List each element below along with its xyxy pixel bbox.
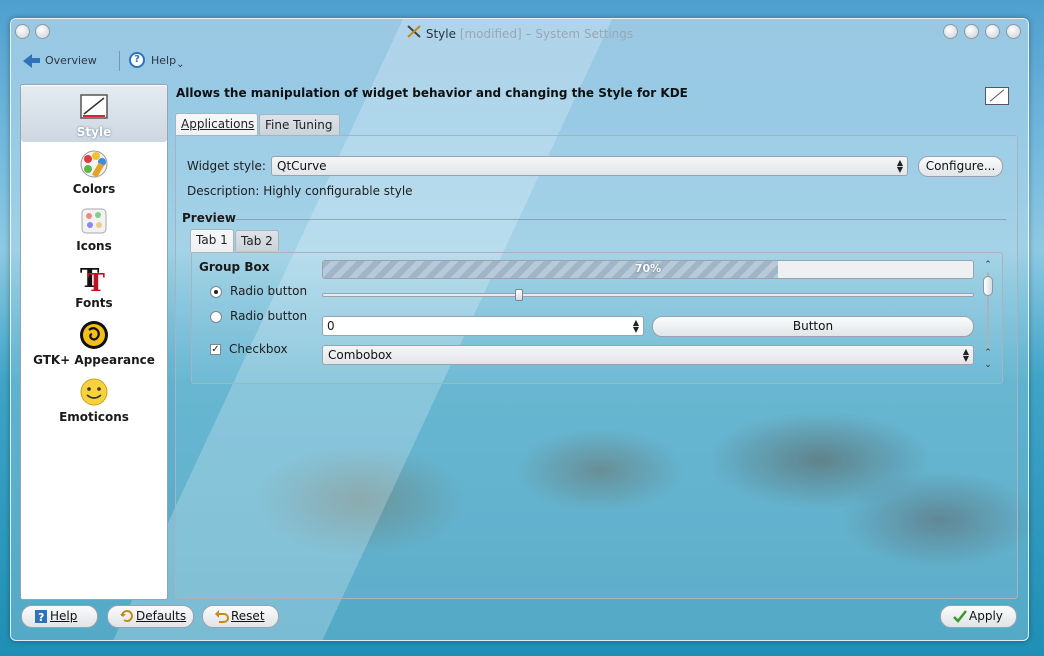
spin-box[interactable]: 0 ▲ ▼ [322,316,644,336]
tools-icon [406,24,422,41]
help-button-label: Help [50,609,78,623]
style-icon [78,92,110,122]
slider-handle[interactable] [515,289,523,301]
system-settings-window: Style [modified] – System Settings Overv… [10,18,1029,641]
reset-button[interactable]: Reset [202,605,279,628]
spin-box-value: 0 [327,319,335,333]
preview-panel: Group Box 70% Radio button Radio button … [191,252,1003,384]
sidebar-item-gtk-appearance[interactable]: GTK+ Appearance [21,314,167,370]
apply-button[interactable]: Apply [940,605,1017,628]
defaults-icon [120,609,134,624]
sidebar-item-label: Fonts [75,296,113,310]
checkbox[interactable]: ✓ [210,344,221,355]
reset-icon [215,609,229,624]
svg-text:?: ? [38,611,44,624]
sidebar-item-style[interactable]: Style [21,86,167,142]
preview-tab-1[interactable]: Tab 1 [190,229,234,252]
widget-style-label: Widget style: [187,159,266,173]
titlebar[interactable]: Style [modified] – System Settings [11,19,1028,45]
sidebar-item-label: GTK+ Appearance [33,353,155,367]
colors-icon [78,149,110,179]
scroll-up-lower-icon[interactable]: ⌃ [982,348,994,358]
tab-fine-tuning[interactable]: Fine Tuning [259,114,340,135]
preview-divider [236,219,1006,220]
maximize-button[interactable] [985,24,1000,39]
sidebar: Style Colors Icons TT Fonts GTK+ Appeara… [20,84,168,600]
sidebar-item-label: Icons [76,239,112,253]
sidebar-item-fonts[interactable]: TT Fonts [21,257,167,313]
defaults-button-label: Defaults [136,609,187,623]
close-button[interactable] [1006,24,1021,39]
combo-arrows-icon: ▲ ▼ [896,158,904,174]
tab-label: Tab 2 [241,234,273,248]
radio-button-2[interactable] [210,311,222,323]
preview-combobox-value: Combobox [328,348,393,362]
preview-title: Preview [182,211,237,225]
sidebar-item-label: Emoticons [59,410,129,424]
checkmark-icon [953,609,967,624]
radio-button-1-label: Radio button [230,284,308,298]
configure-button[interactable]: Configure... [918,156,1003,177]
tab-applications[interactable]: Applications [175,113,258,136]
back-arrow-icon [23,53,40,68]
preview-button[interactable]: Button [652,316,974,337]
whats-this-icon[interactable] [985,87,1009,105]
defaults-button[interactable]: Defaults [107,605,194,628]
fonts-icon: TT [78,263,110,297]
progress-text: 70% [634,262,662,275]
radio-button-2-label: Radio button [230,309,308,323]
radio-button-1[interactable] [210,286,222,298]
icons-icon [78,206,110,236]
help-icon: ? [129,52,145,68]
reset-button-label: Reset [231,609,265,623]
applications-panel: Widget style: QtCurve ▲ ▼ Configure... De… [175,135,1018,599]
style-description: Description: Highly configurable style [187,184,413,198]
sidebar-item-label: Style [76,125,112,139]
tab-label: Tab 1 [196,233,228,247]
chevron-down-icon: ⌄ [176,58,185,70]
help-menu-button[interactable]: ? Help ⌄ [129,49,184,71]
minimize-button[interactable] [964,24,979,39]
help-title-button[interactable] [943,24,958,39]
module-area: Allows the manipulation of widget behavi… [173,81,1018,599]
preview-combobox[interactable]: Combobox ▲ ▼ [322,345,974,365]
sidebar-item-emoticons[interactable]: Emoticons [21,371,167,427]
title-app: System Settings [535,27,634,41]
apply-button-label: Apply [969,609,1003,623]
help-book-icon: ? [34,609,48,624]
navbar-separator [119,51,120,71]
checkbox-label: Checkbox [229,342,288,356]
tab-label: Fine Tuning [265,118,333,132]
overview-label: Overview [45,53,97,67]
sidebar-item-icons[interactable]: Icons [21,200,167,256]
preview-scrollbar[interactable]: ⌃ ⌃ ⌄ [982,260,994,378]
scroll-up-icon[interactable]: ⌃ [982,260,994,270]
title-main: Style [425,27,456,41]
combo-arrows-icon: ▲ ▼ [962,347,970,363]
spin-arrows-icon: ▲ ▼ [632,318,640,334]
slider[interactable] [322,289,974,301]
group-box-title: Group Box [199,260,270,274]
button-bar: ? Help Defaults Reset Apply [11,605,1028,631]
scroll-down-icon[interactable]: ⌄ [982,360,994,370]
emoticons-icon [78,377,110,407]
help-label: Help [151,53,177,67]
progress-bar: 70% [322,260,974,279]
title-separator: – [525,27,532,41]
scroll-thumb[interactable] [983,276,993,296]
overview-button[interactable]: Overview [23,49,97,71]
widget-style-combobox[interactable]: QtCurve ▲ ▼ [271,156,908,176]
svg-text:T: T [87,268,105,293]
preview-tab-2[interactable]: Tab 2 [235,230,279,251]
title-modified: [modified] [459,27,522,41]
module-description: Allows the manipulation of widget behavi… [176,86,688,100]
sidebar-item-colors[interactable]: Colors [21,143,167,199]
sidebar-item-label: Colors [72,182,116,196]
window-title: Style [modified] – System Settings [11,24,1028,41]
help-button[interactable]: ? Help [21,605,98,628]
widget-style-value: QtCurve [277,159,327,173]
gtk-icon [78,320,110,350]
tab-label: Applications [181,117,255,131]
